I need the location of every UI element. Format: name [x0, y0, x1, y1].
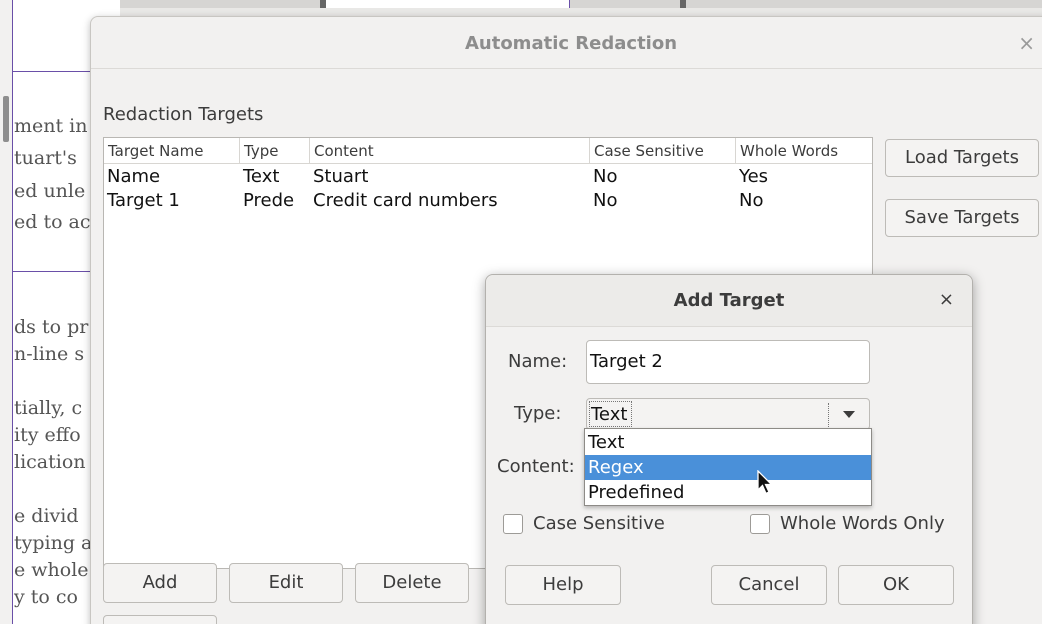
name-field[interactable]: Target 2: [586, 340, 870, 384]
redaction-targets-label: Redaction Targets: [103, 104, 264, 125]
case-sensitive-checkbox[interactable]: [503, 514, 523, 534]
whole-words-label: Whole Words Only: [780, 513, 945, 534]
document-frame: [12, 272, 13, 624]
cell-content: Credit card numbers: [313, 190, 498, 211]
document-text-line: ity effo: [14, 424, 81, 446]
close-icon[interactable]: ×: [939, 289, 954, 310]
background-knob: [320, 0, 326, 8]
document-text-line: e divid: [14, 505, 79, 527]
case-sensitive-checkbox-row[interactable]: Case Sensitive: [503, 513, 703, 537]
cell-target-name: Target 1: [107, 190, 180, 211]
close-icon[interactable]: ×: [1018, 31, 1035, 55]
whole-words-checkbox[interactable]: [750, 514, 770, 534]
delete-button[interactable]: Delete: [355, 563, 469, 603]
combobox-separator: [828, 403, 829, 427]
type-combobox-value: Text: [589, 401, 633, 427]
whole-words-checkbox-row[interactable]: Whole Words Only: [750, 513, 970, 537]
document-text-line: tuart's: [14, 147, 77, 169]
type-option-text[interactable]: Text: [585, 430, 871, 455]
cell-target-name: Name: [107, 166, 161, 187]
dialog-titlebar: Add Target ×: [486, 275, 972, 327]
cancel-button[interactable]: Cancel: [711, 565, 827, 605]
case-sensitive-label: Case Sensitive: [533, 513, 665, 534]
table-row[interactable]: Target 1 Prede Credit card numbers No No: [104, 189, 872, 213]
document-text-line: y to co: [14, 586, 78, 608]
chevron-down-icon[interactable]: [843, 411, 855, 418]
dialog-titlebar: Automatic Redaction ×: [91, 17, 1042, 69]
add-target-dialog: Add Target × Name: Target 2 Type: Text C…: [485, 274, 973, 624]
cell-whole-words: Yes: [739, 166, 769, 187]
document-text-line: e whole: [14, 559, 89, 581]
table-row[interactable]: Name Text Stuart No Yes: [104, 165, 872, 189]
add-button[interactable]: Add: [103, 563, 217, 603]
type-combobox[interactable]: Text: [586, 398, 870, 430]
document-text-line: tially, c: [14, 397, 83, 419]
document-text-line: typing a: [14, 532, 93, 554]
content-label: Content:: [497, 456, 575, 477]
load-targets-button[interactable]: Load Targets: [885, 139, 1039, 177]
partially-hidden-button[interactable]: [103, 615, 217, 624]
column-header-whole-words[interactable]: Whole Words: [736, 138, 874, 164]
ok-button[interactable]: OK: [838, 565, 954, 605]
name-label: Name:: [508, 351, 568, 372]
document-text-line: lication: [14, 451, 86, 473]
background-knob: [680, 0, 686, 8]
help-button[interactable]: Help: [505, 565, 621, 605]
save-targets-button[interactable]: Save Targets: [885, 199, 1039, 237]
type-dropdown-list[interactable]: Text Regex Predefined: [584, 428, 872, 506]
dialog-title: Add Target: [673, 290, 785, 311]
background-tab: [320, 0, 570, 8]
column-header-type[interactable]: Type: [240, 138, 310, 164]
document-ruler-gutter: [0, 0, 12, 624]
cell-type: Prede: [243, 190, 295, 211]
document-text-line: ment in: [14, 115, 88, 137]
type-option-regex[interactable]: Regex: [585, 455, 871, 480]
type-label: Type:: [514, 403, 562, 424]
document-scroll-marker: [3, 96, 9, 142]
edit-button[interactable]: Edit: [229, 563, 343, 603]
background-window-strip: [120, 0, 1042, 8]
cell-case-sensitive: No: [593, 190, 618, 211]
document-text-line: ed unle: [14, 180, 86, 202]
column-header-case-sensitive[interactable]: Case Sensitive: [590, 138, 736, 164]
document-text-line: ed to ac: [14, 211, 91, 233]
table-header: Target Name Type Content Case Sensitive …: [104, 138, 872, 164]
cell-content: Stuart: [313, 166, 369, 187]
dialog-title: Automatic Redaction: [464, 33, 678, 54]
document-text-line: n-line s: [14, 343, 85, 365]
cell-type: Text: [243, 166, 280, 187]
column-header-target-name[interactable]: Target Name: [104, 138, 240, 164]
type-option-predefined[interactable]: Predefined: [585, 480, 871, 505]
document-text-line: ds to pr: [14, 316, 89, 338]
column-header-content[interactable]: Content: [310, 138, 590, 164]
cell-whole-words: No: [739, 190, 764, 211]
cell-case-sensitive: No: [593, 166, 618, 187]
mouse-pointer-icon: [757, 470, 774, 495]
